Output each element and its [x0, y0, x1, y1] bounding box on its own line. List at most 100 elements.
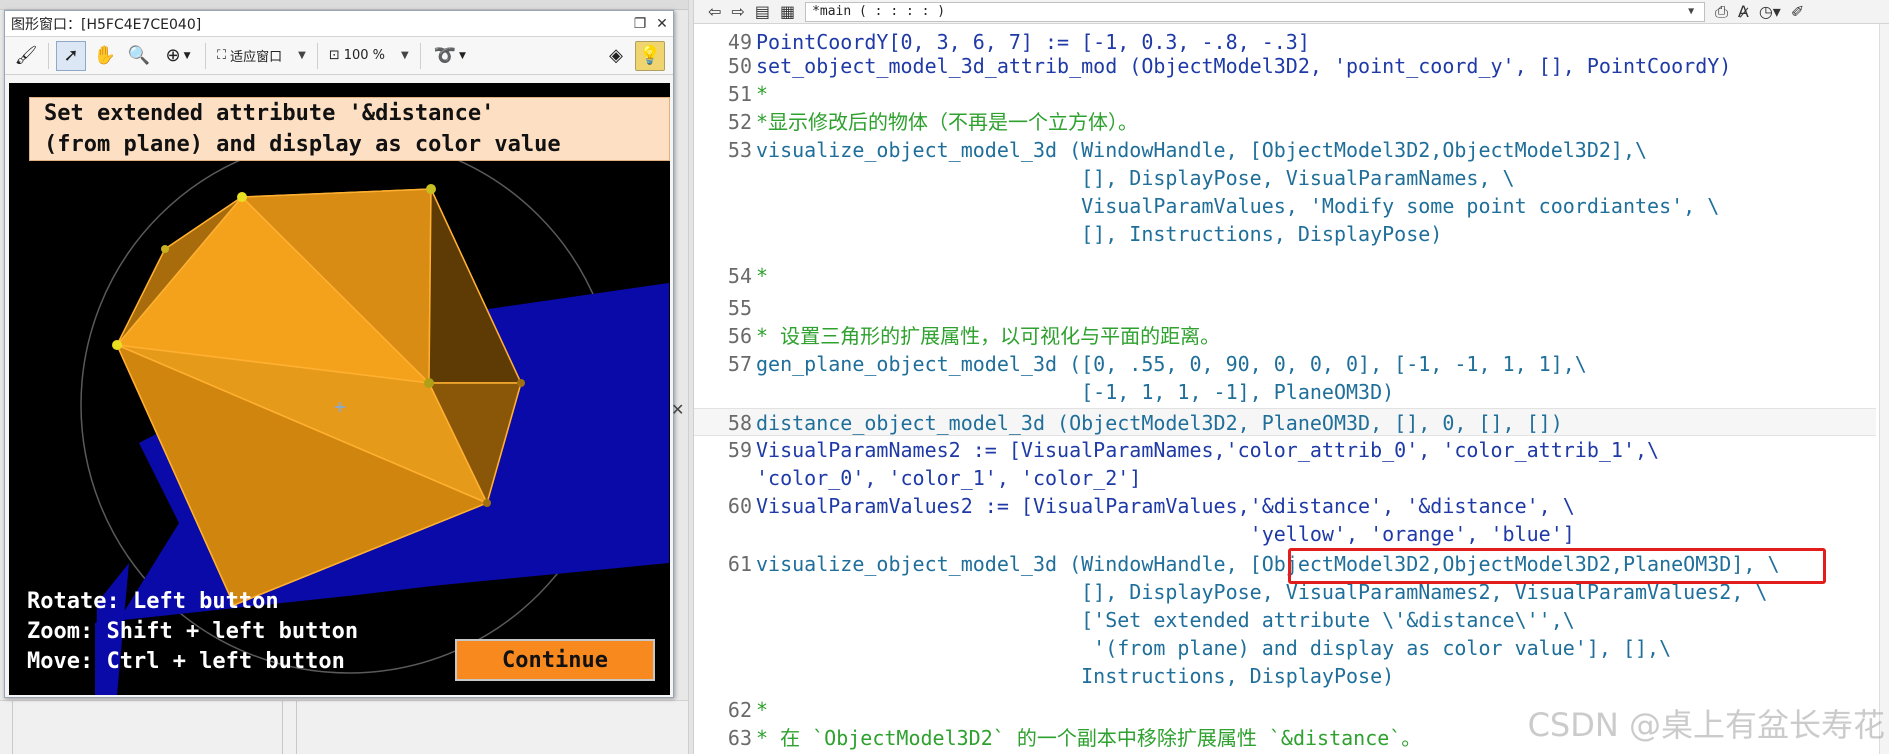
vertex-point — [112, 340, 122, 350]
code-comment: *显示修改后的物体（不再是一个立方体）。 — [756, 110, 1139, 134]
help-move: Move: Ctrl + left button — [27, 649, 345, 674]
graphics-window: 图形窗口：[H5FC4E7CE040] ❐ ✕ 🖌 ➚ ✋ 🔍 ⊕ ▼ ⛶ 适应窗… — [4, 10, 674, 698]
brush-settings-icon[interactable]: ✐ — [1791, 2, 1804, 21]
code-line[interactable]: 59 VisualParamNames2 := [VisualParamNames… — [694, 436, 1876, 464]
layers-icon[interactable]: ◈ — [601, 41, 631, 71]
code-line[interactable]: 54 * — [694, 262, 1876, 290]
fit-window-combo[interactable]: ⛶ 适应窗口 ▼ — [213, 43, 310, 69]
procedure-name: *main ( : : : : ) — [812, 4, 946, 19]
line-number: 53 — [727, 138, 752, 162]
close-icon[interactable]: ✕ — [651, 13, 673, 35]
banner-line-2: (from plane) and display as color value — [44, 132, 561, 157]
brush-icon[interactable]: 🖌 — [11, 41, 41, 71]
editor-scrollbar[interactable] — [1879, 24, 1889, 754]
continue-button[interactable]: Continue — [455, 639, 655, 681]
line-number: 60 — [727, 494, 752, 518]
toolbar-separator — [48, 42, 49, 69]
code-text: [], Instructions, DisplayPose) — [756, 222, 1443, 246]
code-text: distance_object_model_3d (ObjectModel3D2… — [756, 411, 1563, 435]
magnifier-icon[interactable]: 🔍 — [124, 41, 154, 71]
line-number: 56 — [727, 324, 752, 348]
line-number: 57 — [727, 352, 752, 376]
graphics-toolbar: 🖌 ➚ ✋ 🔍 ⊕ ▼ ⛶ 适应窗口 ▼ ⊡ 100 % ▼ ➰ ▼ ◈ 💡 — [5, 37, 673, 75]
hand-pan-icon[interactable]: ✋ — [90, 41, 120, 71]
code-line[interactable]: '(from plane) and display as color value… — [694, 634, 1876, 662]
code-text: 'color_0', 'color_1', 'color_2'] — [756, 466, 1142, 490]
code-line[interactable]: 51 * — [694, 80, 1876, 108]
code-line-current[interactable]: 58 distance_object_model_3d (ObjectModel3… — [694, 408, 1876, 436]
code-line[interactable]: 52 *显示修改后的物体（不再是一个立方体）。 — [694, 108, 1876, 136]
code-line[interactable]: [], Instructions, DisplayPose) — [694, 220, 1876, 248]
clear-format-icon[interactable]: A̷ — [1738, 2, 1749, 21]
code-line[interactable]: 50 set_object_model_3d_attrib_mod (Object… — [694, 52, 1876, 80]
code-line[interactable]: 56 * 设置三角形的扩展属性，以可视化与平面的距离。 — [694, 322, 1876, 350]
close-panel-icon[interactable]: ✕ — [671, 400, 684, 419]
banner-line-1: Set extended attribute '&distance' — [44, 101, 495, 126]
fit-window-label: 适应窗口 — [230, 50, 283, 65]
shape-tool-icon[interactable]: ➰ ▼ — [428, 41, 472, 71]
restore-window-icon[interactable]: ❐ — [629, 13, 651, 35]
code-line[interactable]: 57 gen_plane_object_model_3d ([0, .55, 0,… — [694, 350, 1876, 378]
document-icon[interactable]: ▤ — [755, 2, 770, 21]
line-number: 63 — [727, 726, 752, 750]
code-text: VisualParamNames2 := [VisualParamNames,'… — [756, 438, 1660, 462]
graphics-window-title: 图形窗口：[H5FC4E7CE040] — [11, 16, 202, 33]
timer-icon[interactable]: ◷▾ — [1759, 2, 1781, 21]
line-number: 55 — [727, 296, 752, 320]
lightbulb-icon[interactable]: 💡 — [635, 40, 665, 71]
zoom-frame-icon: ⊡ — [328, 48, 340, 63]
line-number: 61 — [727, 552, 752, 576]
code-text: ['Set extended attribute \'&distance\'',… — [756, 608, 1575, 632]
code-text: [-1, 1, 1, -1], PlaneOM3D) — [756, 380, 1395, 404]
code-line[interactable]: 'yellow', 'orange', 'blue'] — [694, 520, 1876, 548]
line-number: 62 — [727, 698, 752, 722]
zoom-level: 100 % — [343, 48, 386, 63]
grid-icon[interactable]: ▦ — [780, 2, 795, 21]
code-area[interactable]: 49 PointCoordY[0, 3, 6, 7] := [-1, 0.3, -… — [694, 28, 1889, 754]
code-text: VisualParamValues2 := [VisualParamValues… — [756, 494, 1575, 518]
back-arrow-icon[interactable]: ⇦ — [708, 2, 721, 21]
code-text: gen_plane_object_model_3d ([0, .55, 0, 9… — [756, 352, 1587, 376]
highlight-annotation-box — [1288, 548, 1826, 584]
toolbar-separator — [205, 42, 206, 69]
forward-arrow-icon[interactable]: ⇨ — [731, 2, 744, 21]
vertex-point — [424, 378, 434, 388]
chevron-down-icon: ▼ — [298, 50, 306, 61]
code-line[interactable]: 53 visualize_object_model_3d (WindowHandl… — [694, 136, 1876, 164]
code-line[interactable]: 60 VisualParamValues2 := [VisualParamValu… — [694, 492, 1876, 520]
zoom-combo[interactable]: ⊡ 100 % ▼ — [325, 43, 413, 69]
line-number: 59 — [727, 438, 752, 462]
code-line[interactable]: [], DisplayPose, VisualParamNames, \ — [694, 164, 1876, 192]
print-icon[interactable]: ⎙ — [1715, 2, 1728, 22]
zoom-in-icon[interactable]: ⊕ ▼ — [158, 41, 198, 71]
procedure-select[interactable]: *main ( : : : : ) ▼ — [805, 1, 1706, 22]
code-line[interactable]: [-1, 1, 1, -1], PlaneOM3D) — [694, 378, 1876, 406]
chevron-down-icon: ▼ — [401, 50, 409, 61]
help-zoom: Zoom: Shift + left button — [27, 619, 359, 644]
instruction-banner: Set extended attribute '&distance' (from … — [29, 97, 670, 161]
help-rotate: Rotate: Left button — [27, 589, 279, 614]
line-number: 50 — [727, 54, 752, 78]
code-text: 'yellow', 'orange', 'blue'] — [756, 522, 1575, 546]
code-line[interactable]: 55 — [694, 294, 1876, 322]
code-text: visualize_object_model_3d (WindowHandle,… — [756, 138, 1648, 162]
object-face-right — [428, 188, 523, 384]
graphics-canvas[interactable]: Set extended attribute '&distance' (from … — [9, 83, 670, 695]
vertex-point — [237, 192, 247, 202]
chevron-down-icon: ▼ — [1688, 6, 1695, 17]
pointer-icon[interactable]: ➚ — [56, 40, 86, 71]
code-comment: * — [756, 264, 769, 288]
toolbar-separator — [316, 42, 318, 69]
code-text: VisualParamValues, 'Modify some point co… — [756, 194, 1720, 218]
code-line[interactable]: ['Set extended attribute \'&distance\'',… — [694, 606, 1876, 634]
watermark-text: CSDN @桌上有盆长寿花 — [1527, 706, 1885, 744]
vertex-point — [161, 245, 169, 253]
code-comment: * 设置三角形的扩展属性，以可视化与平面的距离。 — [756, 324, 1221, 348]
graphics-window-titlebar[interactable]: 图形窗口：[H5FC4E7CE040] ❐ ✕ — [5, 11, 673, 37]
code-line[interactable]: 'color_0', 'color_1', 'color_2'] — [694, 464, 1876, 492]
line-number: 58 — [727, 411, 752, 435]
code-line[interactable]: VisualParamValues, 'Modify some point co… — [694, 192, 1876, 220]
background-toolbar-strip — [0, 0, 700, 10]
code-line[interactable]: Instructions, DisplayPose) — [694, 662, 1876, 690]
code-comment: * 在 `ObjectModel3D2` 的一个副本中移除扩展属性 `&dist… — [756, 726, 1422, 750]
